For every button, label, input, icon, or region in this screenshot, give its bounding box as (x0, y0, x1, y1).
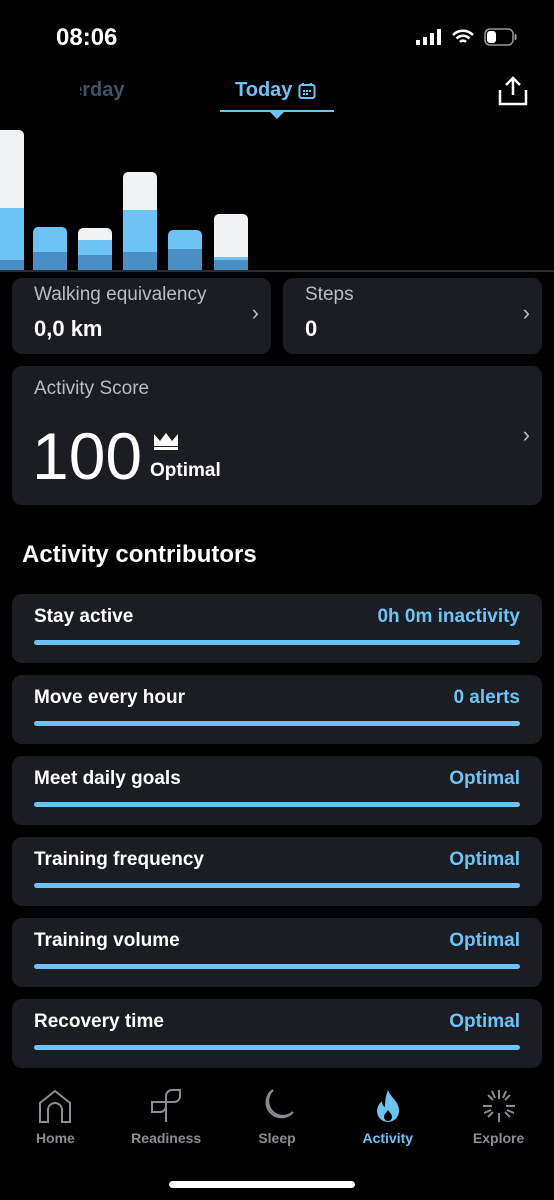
contributor-progress-bar (34, 964, 520, 969)
contributor-progress-bar (34, 802, 520, 807)
nav-home[interactable]: Home (0, 1088, 111, 1146)
bar-5-low (214, 260, 248, 270)
steps-value: 0 (305, 316, 318, 341)
nav-label: Explore (472, 1130, 525, 1146)
contributor-name: Meet daily goals (34, 768, 181, 789)
signal-icon (416, 29, 441, 45)
bottom-nav: Home Readiness Sleep Activity Explore (0, 1088, 554, 1146)
bar-5-medium (214, 257, 248, 260)
home-indicator (169, 1181, 355, 1188)
home-icon (39, 1089, 72, 1123)
bar-3-medium (123, 210, 157, 252)
bar-2-medium (78, 240, 112, 255)
walking-label: Walking equivalency (34, 284, 207, 305)
bar-0-high (0, 130, 24, 208)
contributor-status: Optimal (449, 849, 520, 870)
nav-readiness[interactable]: Readiness (111, 1088, 222, 1146)
nav-label: Readiness (131, 1130, 202, 1146)
contributor-status: Optimal (449, 1011, 520, 1032)
score-value: 100 (32, 419, 143, 493)
sparkle-icon (482, 1090, 515, 1122)
contributor-training-frequency[interactable]: Training frequency Optimal (12, 837, 542, 906)
share-icon[interactable] (498, 76, 528, 106)
bar-1-medium (33, 227, 67, 252)
bar-1-low (33, 252, 67, 270)
nav-explore[interactable]: Explore (443, 1088, 554, 1146)
bar-0-medium (0, 208, 24, 260)
tab-today[interactable]: Today (235, 79, 316, 102)
contributor-status: 0h 0m inactivity (377, 606, 520, 627)
bar-2-high (78, 228, 112, 240)
contributor-name: Stay active (34, 606, 134, 627)
status-bar: 08:06 (0, 0, 554, 70)
bar-4-low (168, 249, 202, 270)
contributor-progress-bar (34, 721, 520, 726)
tab-indicator-arrow (270, 112, 284, 119)
contributor-progress-bar (34, 1045, 520, 1050)
contributor-recovery-time[interactable]: Recovery time Optimal (12, 999, 542, 1068)
nav-label: Sleep (258, 1130, 296, 1146)
contributor-status: 0 alerts (453, 687, 520, 708)
tab-today-label: Today (235, 79, 293, 101)
date-tabs: Yesterday Today (0, 76, 554, 119)
bar-4-medium (168, 230, 202, 249)
contributor-stay-active[interactable]: Stay active 0h 0m inactivity (12, 594, 542, 663)
bar-3-high (123, 172, 157, 210)
contributor-name: Training frequency (34, 849, 204, 870)
crown-icon (154, 433, 178, 450)
score-label: Activity Score (34, 378, 150, 399)
steps-label: Steps (305, 284, 354, 305)
calendar-icon[interactable] (298, 82, 316, 100)
contributor-progress-bar (34, 640, 520, 645)
wifi-icon (452, 29, 474, 43)
bar-5-high (214, 214, 248, 257)
nav-label: Activity (362, 1130, 414, 1146)
score-status: Optimal (150, 460, 221, 481)
chevron-right-icon: › (522, 422, 530, 447)
contributor-status: Optimal (449, 768, 520, 789)
contributor-meet-daily-goals[interactable]: Meet daily goals Optimal (12, 756, 542, 825)
contributor-name: Training volume (34, 930, 180, 951)
contributor-move-every-hour[interactable]: Move every hour 0 alerts (12, 675, 542, 744)
contributor-status: Optimal (449, 930, 520, 951)
battery-icon (484, 28, 517, 46)
flame-icon (376, 1090, 399, 1122)
nav-label: Home (35, 1130, 75, 1146)
contributor-training-volume[interactable]: Training volume Optimal (12, 918, 542, 987)
contributors-title: Activity contributors (22, 541, 257, 568)
moon-icon (265, 1089, 294, 1119)
bar-3-low (123, 252, 157, 270)
nav-sleep[interactable]: Sleep (222, 1088, 333, 1146)
chevron-right-icon: › (522, 300, 530, 325)
bar-0-low (0, 260, 24, 270)
activity-score-card[interactable]: Activity Score 100 Optimal › (12, 366, 542, 505)
steps-card[interactable]: Steps 0 › (283, 278, 542, 354)
walking-card[interactable]: Walking equivalency 0,0 km › (12, 278, 271, 354)
walking-value: 0,0 km (34, 316, 103, 341)
contributor-name: Recovery time (34, 1011, 164, 1032)
bar-2-low (78, 255, 112, 270)
contributor-name: Move every hour (34, 687, 185, 708)
chart-baseline (0, 270, 554, 272)
chevron-right-icon: › (251, 300, 259, 325)
contributor-progress-bar (34, 883, 520, 888)
tab-yesterday[interactable]: Yesterday (80, 79, 125, 102)
clock: 08:06 (56, 24, 118, 51)
sprout-icon (151, 1089, 182, 1122)
activity-chart (0, 130, 248, 270)
nav-activity[interactable]: Activity (332, 1088, 443, 1146)
